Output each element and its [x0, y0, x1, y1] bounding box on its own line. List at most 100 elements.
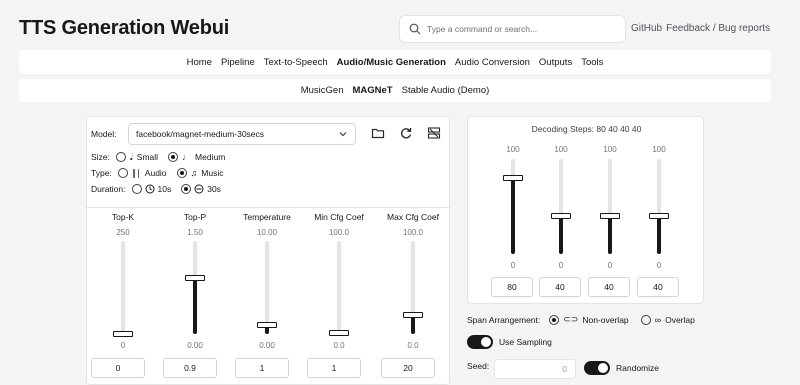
step-fill: [657, 216, 661, 254]
clock-icon: [145, 184, 154, 194]
duration-10s-radio[interactable]: [131, 184, 142, 194]
size-label: Size:: [91, 152, 110, 162]
span-non-overlap-radio[interactable]: [549, 314, 560, 325]
duration-label: Duration:: [91, 184, 126, 194]
slider-track[interactable]: [185, 241, 205, 334]
size-medium-radio[interactable]: [168, 152, 179, 162]
slider-fill: [193, 278, 197, 334]
span-overlap-label: Overlap: [665, 314, 695, 325]
slider-track[interactable]: [403, 241, 423, 334]
slider-label: Top-P: [183, 212, 207, 222]
step-value-input[interactable]: 80: [491, 277, 533, 297]
tab-magnet[interactable]: MAGNeT: [352, 85, 392, 96]
tab-musicgen[interactable]: MusicGen: [301, 85, 344, 96]
step-fill: [511, 178, 515, 254]
span-overlap-radio[interactable]: [640, 314, 651, 325]
nav-text-to-speech[interactable]: Text-to-Speech: [264, 57, 328, 68]
command-search[interactable]: [399, 15, 626, 43]
slider-value-input[interactable]: 20: [381, 358, 435, 378]
audio-waveform-icon: ∥∣: [131, 167, 141, 178]
slider-value-input[interactable]: 0.9: [163, 358, 217, 378]
timer-icon: [194, 184, 204, 194]
slider-min: 0.00: [259, 341, 275, 350]
nav-pipeline[interactable]: Pipeline: [221, 57, 255, 68]
chevron-down-icon: [339, 132, 347, 137]
seed-input[interactable]: 0: [494, 359, 576, 379]
nav-audio-conversion[interactable]: Audio Conversion: [455, 57, 530, 68]
type-audio-radio[interactable]: [117, 168, 128, 178]
slider-value-input[interactable]: 0: [91, 358, 145, 378]
slider-min: 0.0: [333, 341, 345, 350]
slider-min-cfg-coef: Min Cfg Coef 100.0 0.0 1: [303, 208, 375, 385]
sub-nav: MusicGen MAGNeT Stable Audio (Demo): [19, 79, 771, 102]
nav-outputs[interactable]: Outputs: [539, 57, 572, 68]
step-max: 100: [652, 145, 666, 154]
step-value-input[interactable]: 40: [588, 277, 630, 297]
step-track[interactable]: [551, 159, 571, 254]
slider-value-input[interactable]: 1: [235, 358, 289, 378]
clear-cache-icon[interactable]: [427, 126, 441, 140]
size-small-radio[interactable]: [115, 152, 126, 162]
duration-30s-label: 30s: [207, 184, 221, 194]
header: TTS Generation Webui GitHub Feedback / B…: [0, 0, 800, 50]
slider-thumb[interactable]: [257, 321, 277, 328]
step-thumb[interactable]: [503, 175, 523, 181]
slider-thumb[interactable]: [329, 330, 349, 337]
step-track[interactable]: [503, 159, 523, 254]
folder-icon[interactable]: [371, 126, 385, 140]
duration-row: Duration: 10s 30s: [91, 182, 221, 196]
size-row: Size: 𝅘𝅥 Small ♩ Medium: [91, 150, 225, 164]
nav-audio-music-generation[interactable]: Audio/Music Generation: [337, 57, 446, 68]
github-link[interactable]: GitHub: [631, 23, 662, 34]
step-thumb[interactable]: [551, 213, 571, 219]
slider-top-k: Top-K 250 0 0: [87, 208, 159, 385]
step-value-input[interactable]: 40: [637, 277, 679, 297]
slider-min: 0.0: [407, 341, 419, 350]
step-max: 100: [603, 145, 617, 154]
step-max: 100: [506, 145, 520, 154]
step-thumb[interactable]: [649, 213, 669, 219]
type-music-label: Music: [201, 168, 224, 178]
slider-thumb[interactable]: [403, 312, 423, 319]
step-min: 0: [607, 261, 613, 270]
duration-30s-radio[interactable]: [181, 184, 192, 194]
slider-track[interactable]: [257, 241, 277, 334]
slider-min: 0.00: [187, 341, 203, 350]
slider-max: 10.00: [256, 228, 278, 237]
use-sampling-toggle[interactable]: [467, 335, 493, 349]
span-arrangement-row: Span Arrangement: ⊂⊃ Non-overlap ∞ Overl…: [467, 314, 695, 325]
feedback-link[interactable]: Feedback / Bug reports: [666, 23, 770, 34]
step-track[interactable]: [600, 159, 620, 254]
slider-max: 100.0: [328, 228, 350, 237]
model-value: facebook/magnet-medium-30secs: [136, 129, 265, 139]
search-input[interactable]: [427, 24, 617, 34]
step-thumb[interactable]: [600, 213, 620, 219]
model-label: Model:: [91, 129, 117, 139]
nav-tools[interactable]: Tools: [581, 57, 603, 68]
slider-track[interactable]: [113, 241, 133, 337]
slider-thumb[interactable]: [113, 331, 133, 337]
nav-home[interactable]: Home: [187, 57, 212, 68]
decoding-step-3: 100 0 40: [585, 143, 635, 301]
slider-thumb[interactable]: [185, 275, 205, 282]
slider-value-input[interactable]: 1: [307, 358, 361, 378]
tab-stable-audio[interactable]: Stable Audio (Demo): [402, 85, 490, 96]
type-music-radio[interactable]: [176, 168, 187, 178]
step-track[interactable]: [649, 159, 669, 254]
slider-track[interactable]: [329, 241, 349, 337]
seed-row: Seed: 0 Randomize: [467, 359, 659, 379]
slider-fill: [411, 315, 415, 334]
randomize-label: Randomize: [616, 363, 659, 373]
music-note-icon: ♩: [182, 152, 192, 162]
refresh-icon[interactable]: [399, 126, 413, 140]
slider-label: Top-K: [111, 212, 135, 222]
model-select[interactable]: facebook/magnet-medium-30secs: [128, 123, 356, 145]
step-value-input[interactable]: 40: [539, 277, 581, 297]
slider-temperature: Temperature 10.00 0.00 1: [231, 208, 303, 385]
size-small-label: Small: [136, 152, 159, 162]
randomize-toggle[interactable]: [584, 361, 610, 375]
music-note-icon: 𝅘𝅥: [129, 151, 133, 162]
slider-max: 1.50: [187, 228, 203, 237]
slider-top-p: Top-P 1.50 0.00 0.9: [159, 208, 231, 385]
decoding-step-2: 100 0 40: [536, 143, 586, 301]
